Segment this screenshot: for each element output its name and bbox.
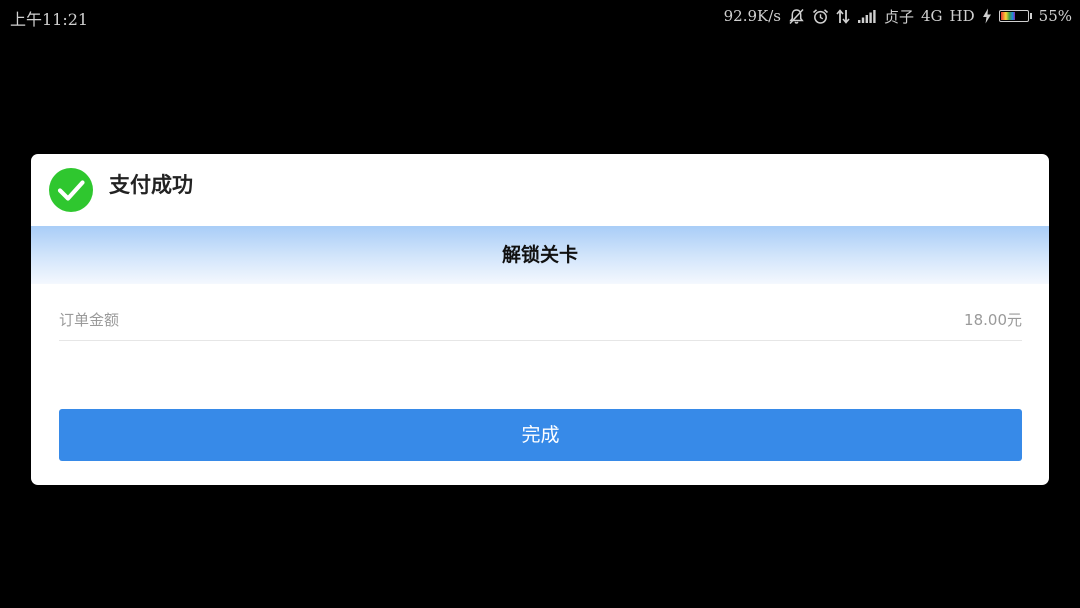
carrier-name: 贞子 (884, 7, 915, 26)
status-icons: 92.9K/s 贞子 4G HD 55% (724, 5, 1072, 27)
signal-icon (857, 9, 877, 24)
battery-fill (1000, 12, 1015, 20)
network-type: 4G (921, 7, 943, 25)
muted-bell-icon (788, 8, 805, 25)
section-header: 解锁关卡 (31, 226, 1049, 284)
order-amount-label: 订单金额 (59, 311, 120, 329)
dialog-header: 支付成功 (31, 154, 1049, 226)
charging-icon (982, 8, 992, 24)
data-transfer-icon (836, 8, 850, 25)
status-time: 上午11:21 (10, 10, 89, 29)
hd-indicator: HD (949, 7, 975, 25)
dialog-title: 支付成功 (109, 173, 193, 197)
section-title: 解锁关卡 (501, 244, 578, 266)
order-amount-row: 订单金额 18.00元 (59, 300, 1022, 341)
status-bar: 上午11:21 92.9K/s 贞子 4G HD 55% (0, 0, 1080, 32)
done-button[interactable]: 完成 (59, 409, 1022, 461)
check-circle-icon (49, 168, 93, 212)
battery-percent: 55% (1038, 7, 1072, 25)
alarm-icon (812, 8, 829, 25)
network-speed: 92.9K/s (723, 7, 781, 25)
payment-success-dialog: 支付成功 解锁关卡 订单金额 18.00元 完成 (31, 154, 1049, 485)
order-amount-value: 18.00元 (964, 311, 1022, 329)
battery-icon (998, 10, 1032, 22)
